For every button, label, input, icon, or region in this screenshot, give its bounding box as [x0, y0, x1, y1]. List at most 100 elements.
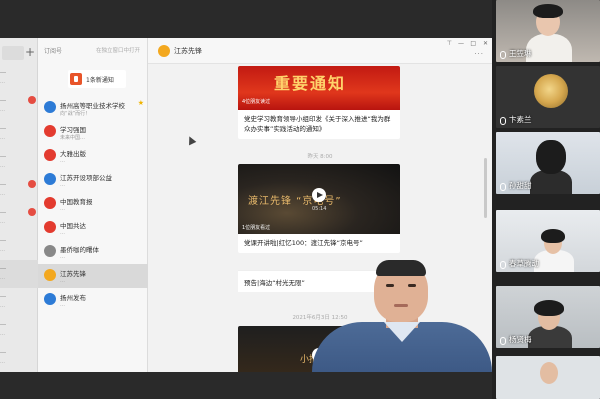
scrollbar[interactable]	[484, 158, 487, 218]
account-avatar-icon	[44, 173, 56, 185]
participant-name: 孙甜甜	[509, 181, 532, 190]
subscription-name: 扬州高等职业技术学校	[60, 102, 125, 110]
participant-name: 春草腾动	[509, 259, 539, 268]
participant-tile-partial[interactable]	[496, 356, 600, 399]
chat-row-title: …	[0, 208, 6, 215]
participant-tile[interactable]: 卞素兰	[496, 66, 600, 128]
chat-row-snippet: …	[0, 359, 5, 365]
participant-hair	[534, 300, 564, 316]
chat-row-snippet: …	[0, 107, 5, 113]
chat-row[interactable]: ……	[0, 64, 38, 92]
article-card[interactable]: 重要通知 4位朋友读过 党史学习教育领导小组印发《关于深入推进“我为群众办实事”…	[238, 66, 400, 139]
chat-row[interactable]: ……	[0, 148, 38, 176]
top-dark-bar	[0, 0, 492, 38]
close-icon[interactable]: ✕	[483, 40, 488, 47]
chat-row[interactable]: ……	[0, 316, 38, 344]
chat-row[interactable]: ……	[0, 92, 38, 120]
subscription-snippet: …	[60, 278, 65, 284]
chat-row-snippet: …	[0, 79, 5, 85]
chat-row[interactable]: ……	[0, 288, 38, 316]
subscription-snippet: 未来中国…	[60, 135, 86, 141]
article-header: 江苏先锋 ⊤ — □ ✕ ···	[148, 38, 492, 64]
subscription-title: 订阅号	[44, 48, 63, 55]
subscription-item[interactable]: 墨侨咖的曙体…	[38, 240, 148, 264]
chat-row-title: …	[0, 236, 6, 243]
subscription-item[interactable]: 扬州高等职业技术学校 向“战”而行！ ★	[38, 96, 148, 120]
chat-row-title: …	[0, 152, 6, 159]
chat-row-title: …	[0, 264, 6, 271]
participant-hair	[541, 229, 565, 243]
mouse-cursor-icon	[185, 134, 197, 146]
search-input[interactable]	[2, 46, 24, 60]
subscription-name: 江苏先锋	[60, 270, 86, 278]
chat-row-snippet: …	[0, 303, 5, 309]
chat-row-snippet: …	[0, 275, 5, 281]
subscription-item[interactable]: 江苏先锋…	[38, 264, 148, 288]
presenter-mouth	[394, 304, 408, 307]
open-in-window-link[interactable]: 在独立窗口中打开	[96, 46, 140, 54]
participant-face	[540, 362, 558, 384]
chat-row[interactable]: ……	[0, 344, 38, 372]
participant-tile[interactable]: 孙甜甜	[496, 132, 600, 194]
subscription-snippet: 向“战”而行！	[60, 111, 91, 117]
presenter-video	[312, 260, 492, 372]
chat-row[interactable]: ……	[0, 232, 38, 260]
account-logo-icon	[158, 45, 170, 57]
participant-tile[interactable]: 杨贤梅	[496, 286, 600, 348]
subscription-snippet: …	[60, 230, 65, 236]
mic-icon	[500, 183, 506, 191]
subscription-item[interactable]: 大雅出版…	[38, 144, 148, 168]
chat-row-snippet: …	[0, 191, 5, 197]
account-avatar-icon	[44, 149, 56, 161]
participant-tile[interactable]: 王笠琳	[496, 0, 600, 62]
more-options-icon[interactable]: ···	[474, 50, 484, 58]
subscription-name: 学习强国	[60, 126, 86, 134]
presenter-hair	[376, 260, 426, 276]
subscription-list: 订阅号 在独立窗口中打开 1条新通知 扬州高等职业技术学校 向“战”而行！ ★ 学习强…	[38, 38, 148, 372]
chat-row[interactable]: ……	[0, 120, 38, 148]
mic-icon	[500, 261, 506, 269]
unread-badge	[28, 96, 36, 104]
subscription-name: 中国共达	[60, 222, 86, 230]
subscription-name: 扬州发布	[60, 294, 86, 302]
chat-row-snippet: …	[0, 247, 5, 253]
minimize-icon[interactable]: —	[458, 40, 464, 47]
account-avatar-icon	[44, 125, 56, 137]
notice-text: 1条新通知	[86, 77, 114, 84]
chat-row[interactable]: ……	[0, 260, 38, 288]
mic-icon	[500, 337, 506, 345]
article-title: 党课开讲啦|红忆100：渡江先锋“京电号”	[244, 239, 363, 247]
chat-row-title: …	[0, 320, 6, 327]
subscription-item[interactable]: 中国共达…	[38, 216, 148, 240]
notice-banner: 重要通知 4位朋友读过	[238, 66, 400, 110]
subscription-item[interactable]: 学习强国 未来中国…	[38, 120, 148, 144]
chat-row[interactable]: ……	[0, 176, 38, 204]
unread-badge	[28, 208, 36, 216]
video-card[interactable]: 渡江先锋 “京电号” 05:14 1位朋友看过 党课开讲啦|红忆100：渡江先锋…	[238, 164, 400, 253]
account-avatar-icon	[44, 101, 56, 113]
participant-hair	[536, 140, 566, 174]
chat-row-title: …	[0, 292, 6, 299]
meeting-stage: + …… …… …… …… …… …… …… …… …… …… …… 订阅号 在…	[0, 0, 600, 399]
subscription-item[interactable]: 中国教育报…	[38, 192, 148, 216]
participant-name: 杨贤梅	[509, 335, 532, 344]
add-chat-button[interactable]: +	[24, 44, 36, 60]
subscription-name: 中国教育报	[60, 198, 93, 206]
play-icon[interactable]	[312, 188, 326, 202]
subscription-snippet: …	[60, 302, 65, 308]
subscription-snippet: …	[60, 182, 65, 188]
chat-list-column: + …… …… …… …… …… …… …… …… …… …… ……	[0, 38, 38, 372]
mic-icon	[500, 51, 506, 59]
subscription-name: 墨侨咖的曙体	[60, 246, 99, 254]
chat-row[interactable]: ……	[0, 204, 38, 232]
subscription-item[interactable]: 江苏开设项部公益…	[38, 168, 148, 192]
subscription-item[interactable]: 扬州发布…	[38, 288, 148, 312]
chat-row-title: …	[0, 96, 6, 103]
new-notice-button[interactable]: 1条新通知	[68, 70, 126, 88]
timestamp: 昨天 8:00	[307, 154, 333, 160]
pin-icon[interactable]: ⊤	[447, 40, 452, 47]
chat-row-snippet: …	[0, 331, 5, 337]
notice-icon	[70, 73, 82, 85]
participant-tile[interactable]: 春草腾动	[496, 210, 600, 272]
maximize-icon[interactable]: □	[470, 40, 476, 47]
